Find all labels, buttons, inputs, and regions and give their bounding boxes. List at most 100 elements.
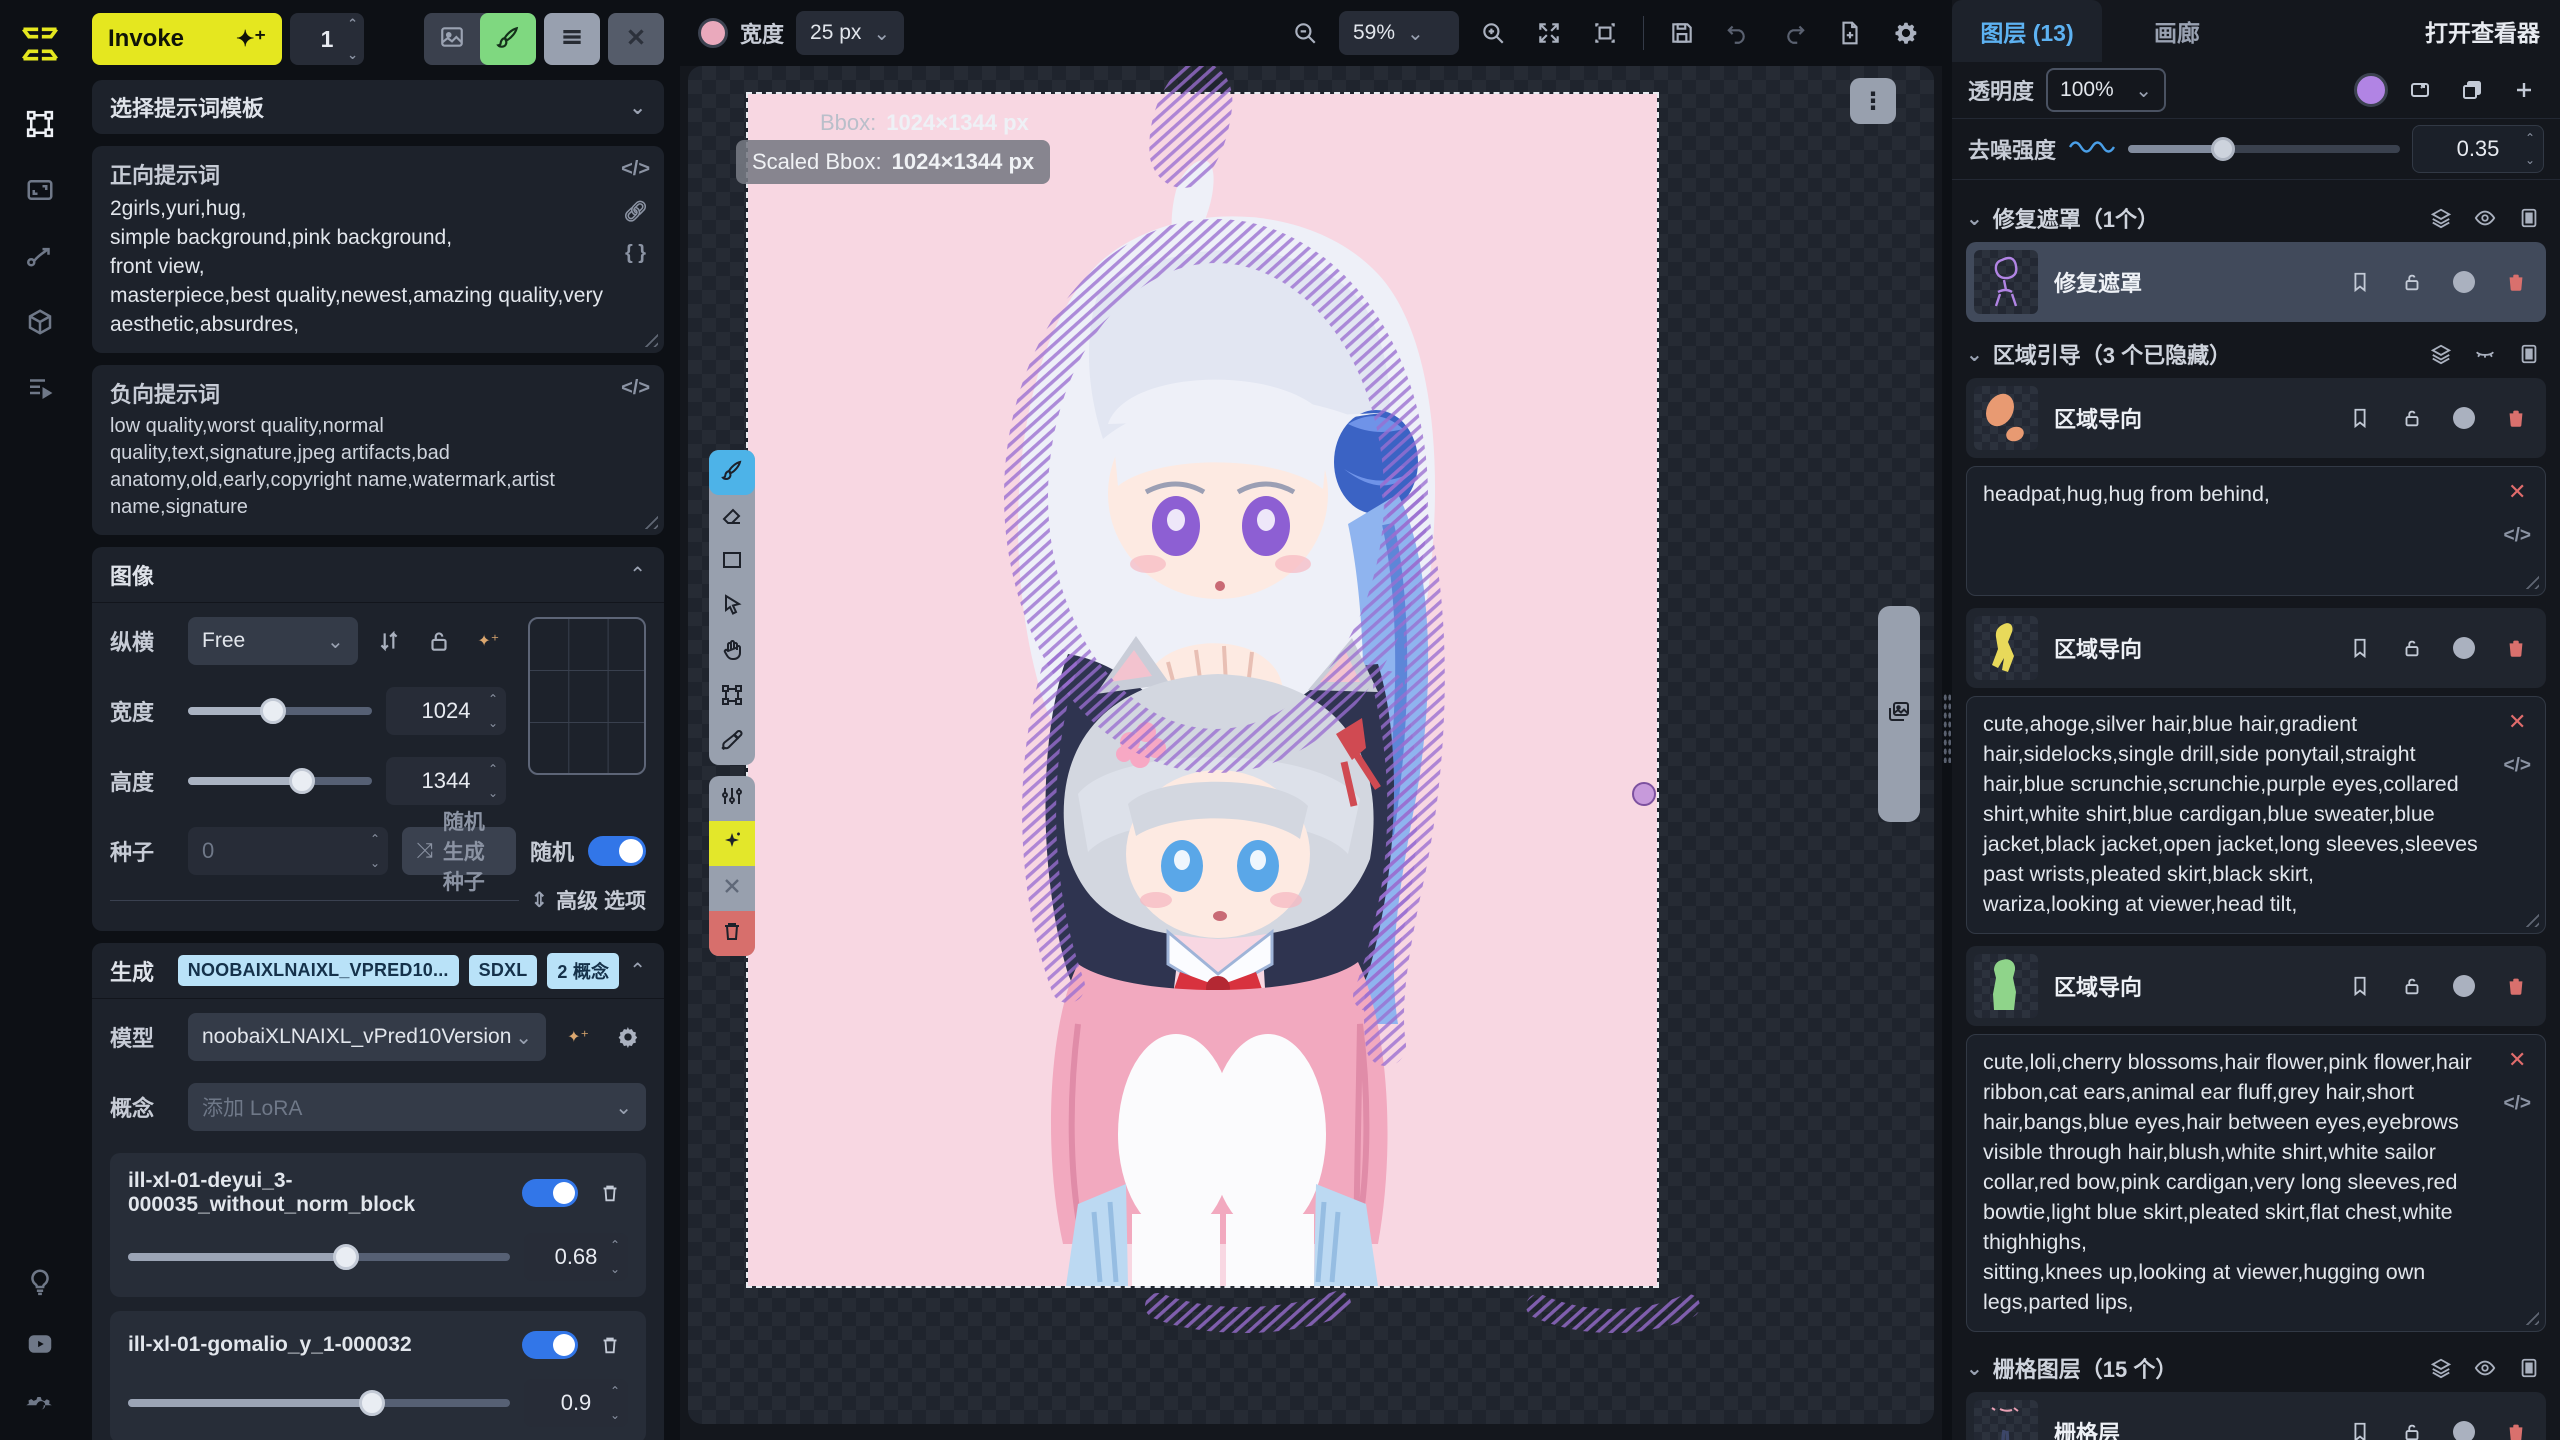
negative-prompt-text[interactable]: low quality,worst quality,normal quality… bbox=[110, 413, 608, 521]
delete-layer-button[interactable] bbox=[709, 911, 755, 956]
code-icon[interactable]: </> bbox=[2504, 1093, 2531, 1115]
layer-row-region-yellow[interactable]: 区域导向 bbox=[1966, 608, 2546, 688]
optimize-size-sparkle-icon[interactable]: ✦⁺ bbox=[471, 619, 506, 663]
zoom-out-button[interactable] bbox=[1283, 11, 1327, 55]
region-prompt-box[interactable]: cute,ahoge,silver hair,blue hair,gradien… bbox=[1966, 696, 2546, 934]
layer-row-region-orange[interactable]: 区域导向 bbox=[1966, 378, 2546, 458]
queue-count-stepper[interactable]: 1 ⌃⌄ bbox=[290, 13, 364, 65]
sidebar-item-upscaling[interactable] bbox=[20, 170, 60, 210]
stepper-chevrons-icon[interactable]: ⌃⌄ bbox=[610, 1239, 620, 1275]
swap-dimensions-icon[interactable] bbox=[372, 619, 407, 663]
settings-gear-icon[interactable] bbox=[20, 1386, 60, 1426]
trash-icon[interactable] bbox=[2498, 1414, 2534, 1440]
pan-tool-button[interactable] bbox=[709, 630, 755, 675]
redo-button[interactable] bbox=[1772, 11, 1816, 55]
trash-icon[interactable] bbox=[2498, 264, 2534, 300]
eye-icon[interactable] bbox=[2468, 1351, 2502, 1385]
link-icon[interactable]: 🔗︎ bbox=[623, 199, 648, 224]
panel-resize-handle[interactable] bbox=[1942, 690, 1952, 766]
layer-color-swatch[interactable] bbox=[2354, 73, 2388, 107]
denoise-slider[interactable] bbox=[2128, 145, 2400, 153]
panel-menu-button[interactable] bbox=[544, 13, 600, 65]
positive-prompt-text[interactable]: 2girls,yuri,hug, simple background,pink … bbox=[110, 194, 608, 339]
save-button[interactable] bbox=[1660, 11, 1704, 55]
select-tool-button[interactable] bbox=[709, 585, 755, 630]
seed-input[interactable]: 0 ⌃⌄ bbox=[188, 827, 388, 875]
region-prompt-text[interactable]: cute,loli,cherry blossoms,hair flower,pi… bbox=[1983, 1047, 2481, 1317]
bookmark-icon[interactable] bbox=[2342, 264, 2378, 300]
tab-layers[interactable]: 图层 (13) bbox=[1952, 0, 2102, 62]
width-slider[interactable] bbox=[188, 707, 372, 715]
fit-bbox-button[interactable] bbox=[1583, 11, 1627, 55]
new-canvas-button[interactable] bbox=[1828, 11, 1872, 55]
braces-icon[interactable]: { } bbox=[625, 242, 646, 265]
bookmark-icon[interactable] bbox=[2342, 400, 2378, 436]
region-prompt-box[interactable]: headpat,hug,hug from behind, ✕ </> bbox=[1966, 466, 2546, 596]
model-sparkle-icon[interactable]: ✦⁺ bbox=[560, 1015, 596, 1059]
code-icon[interactable]: </> bbox=[2504, 525, 2531, 547]
model-select[interactable]: noobaiXLNAIXL_vPred10Version ⌄ bbox=[188, 1013, 546, 1061]
height-slider[interactable] bbox=[188, 777, 372, 785]
lora-weight-input[interactable]: 0.68 ⌃⌄ bbox=[524, 1233, 628, 1281]
collapse-section-icon[interactable]: ⌃ bbox=[629, 562, 646, 587]
code-icon[interactable]: </> bbox=[2504, 755, 2531, 777]
width-input[interactable]: 1024 ⌃⌄ bbox=[386, 687, 506, 735]
lora-weight-slider[interactable] bbox=[128, 1399, 510, 1407]
height-input[interactable]: 1344 ⌃⌄ bbox=[386, 757, 506, 805]
collapse-section-icon[interactable]: ⌃ bbox=[629, 958, 646, 983]
bookmark-icon[interactable] bbox=[2342, 630, 2378, 666]
trash-icon[interactable] bbox=[2498, 968, 2534, 1004]
sidebar-item-models[interactable] bbox=[20, 302, 60, 342]
eraser-tool-button[interactable] bbox=[709, 495, 755, 540]
add-lora-select[interactable]: 添加 LoRA ⌄ bbox=[188, 1083, 646, 1131]
lora-enabled-toggle[interactable] bbox=[522, 1179, 578, 1207]
bookmark-icon[interactable] bbox=[2342, 1414, 2378, 1440]
stepper-chevrons-icon[interactable]: ⌃⌄ bbox=[488, 693, 498, 729]
opacity-select[interactable]: 100% ⌄ bbox=[2046, 68, 2166, 112]
layer-color-indicator[interactable] bbox=[2446, 630, 2482, 666]
layer-color-indicator[interactable] bbox=[2446, 968, 2482, 1004]
zoom-in-button[interactable] bbox=[1471, 11, 1515, 55]
send-to-canvas-button[interactable] bbox=[480, 13, 536, 65]
video-tutorials-icon[interactable] bbox=[20, 1324, 60, 1364]
layer-row-raster[interactable]: 栅格层 bbox=[1966, 1392, 2546, 1440]
delete-lora-trash-icon[interactable] bbox=[592, 1327, 628, 1363]
random-seed-button[interactable]: ⤨ 随机生成种子 bbox=[402, 827, 516, 875]
random-seed-toggle[interactable] bbox=[588, 836, 646, 866]
remove-prompt-icon[interactable]: ✕ bbox=[2508, 709, 2526, 735]
eye-icon[interactable] bbox=[2468, 201, 2502, 235]
delete-lora-trash-icon[interactable] bbox=[592, 1175, 628, 1211]
transform-tool-button[interactable] bbox=[709, 675, 755, 720]
code-icon[interactable]: </> bbox=[621, 377, 650, 400]
lock-icon[interactable] bbox=[2394, 968, 2430, 1004]
open-viewer-button[interactable]: 打开查看器 bbox=[2425, 14, 2540, 48]
bookmark-icon[interactable] bbox=[2342, 968, 2378, 1004]
zoom-level-select[interactable]: 59% ⌄ bbox=[1339, 11, 1459, 55]
cancel-region-button[interactable] bbox=[709, 866, 755, 911]
left-panel-scroll[interactable]: 选择提示词模板 ⌄ 正向提示词 2girls,yuri,hug, simple … bbox=[92, 80, 664, 1440]
remove-prompt-icon[interactable]: ✕ bbox=[2508, 1047, 2526, 1073]
layer-color-indicator[interactable] bbox=[2446, 1414, 2482, 1440]
canvas-settings-gear-icon[interactable] bbox=[1884, 11, 1928, 55]
layer-stack-icon[interactable] bbox=[2424, 201, 2458, 235]
send-to-gallery-button[interactable] bbox=[424, 13, 480, 65]
collapse-panel-button[interactable] bbox=[608, 13, 664, 65]
stepper-chevrons-icon[interactable]: ⌃⌄ bbox=[488, 763, 498, 799]
aspect-ratio-select[interactable]: Free ⌄ bbox=[188, 617, 358, 665]
stepper-chevrons-icon[interactable]: ⌃⌄ bbox=[347, 17, 358, 61]
group-regional-guidance-header[interactable]: ⌄ 区域引导（3 个已隐藏） bbox=[1966, 330, 2546, 378]
sidebar-item-workflows[interactable] bbox=[20, 236, 60, 276]
stepper-chevrons-icon[interactable]: ⌃⌄ bbox=[610, 1385, 620, 1421]
layer-row-region-green[interactable]: 区域导向 bbox=[1966, 946, 2546, 1026]
eye-closed-icon[interactable] bbox=[2468, 337, 2502, 371]
negative-prompt-box[interactable]: 负向提示词 low quality,worst quality,normal q… bbox=[92, 365, 664, 535]
brush-color-swatch[interactable] bbox=[698, 18, 728, 48]
layer-color-indicator[interactable] bbox=[2446, 264, 2482, 300]
region-prompt-text[interactable]: headpat,hug,hug from behind, bbox=[1983, 479, 2481, 509]
crop-to-bbox-icon[interactable] bbox=[2512, 337, 2546, 371]
canvas-viewport[interactable]: Bbox:1024×1344 px Scaled Bbox:1024×1344 … bbox=[688, 66, 1934, 1424]
layer-stack-icon[interactable] bbox=[2424, 1351, 2458, 1385]
lora-enabled-toggle[interactable] bbox=[522, 1331, 578, 1359]
lock-icon[interactable] bbox=[2394, 1414, 2430, 1440]
lock-icon[interactable] bbox=[2394, 264, 2430, 300]
